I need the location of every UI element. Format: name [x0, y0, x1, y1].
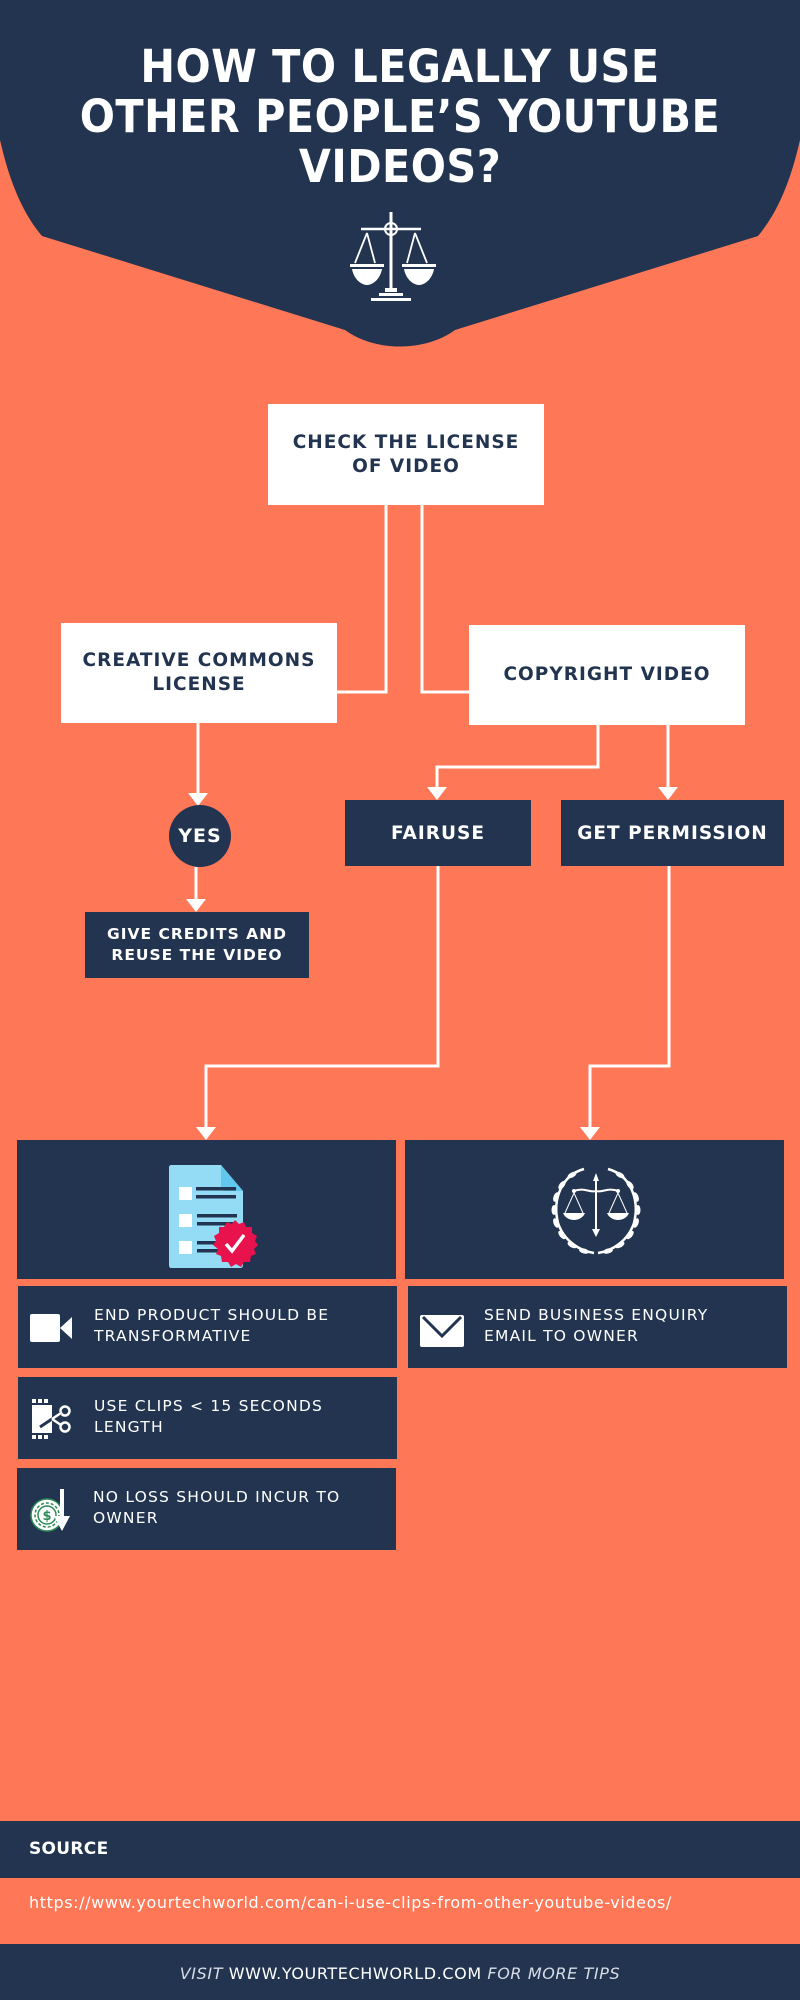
laurel-justice-icon — [551, 1167, 641, 1255]
node-yes: YES — [169, 805, 231, 867]
coin-loss-icon: $ — [30, 1489, 70, 1532]
envelope-icon — [420, 1315, 464, 1347]
title-line-1: HOW TO LEGALLY USE — [140, 40, 660, 93]
node-check-license-line-2: OF VIDEO — [352, 455, 460, 477]
node-check-license: CHECK THE LICENSE OF VIDEO — [268, 404, 544, 505]
tip-no-loss-line-2: OWNER — [93, 1509, 159, 1527]
title-line-3: VIDEOS? — [298, 140, 502, 193]
node-fairuse: FAIRUSE — [345, 800, 531, 866]
node-copyright-video-label: COPYRIGHT VIDEO — [503, 664, 711, 685]
permission-panel — [405, 1140, 784, 1279]
source-bar: SOURCE — [0, 1821, 800, 1878]
tip-clip-length-line-2: LENGTH — [94, 1418, 164, 1436]
tip-transformative-line-2: TRANSFORMATIVE — [94, 1327, 252, 1345]
tip-send-email-line-1: SEND BUSINESS ENQUIRY — [484, 1306, 709, 1324]
node-creative-commons-line-1: CREATIVE COMMONS — [82, 650, 316, 671]
arrowhead — [658, 787, 678, 800]
source-link[interactable]: https://www.yourtechworld.com/can-i-use-… — [29, 1893, 672, 1912]
node-copyright-video: COPYRIGHT VIDEO — [469, 625, 745, 725]
connector-copyright-to-fairuse — [435, 725, 600, 788]
footer: VISIT WWW.YOURTECHWORLD.COM FOR MORE TIP… — [0, 1944, 800, 2000]
tip-send-email: SEND BUSINESS ENQUIRY EMAIL TO OWNER — [408, 1286, 787, 1368]
tip-clip-length-line-1: USE CLIPS < 15 SECONDS — [94, 1397, 324, 1415]
node-get-permission-label: GET PERMISSION — [577, 822, 768, 844]
video-camera-icon — [30, 1314, 72, 1342]
node-give-credits-line-1: GIVE CREDITS AND — [107, 925, 287, 943]
fairuse-panel — [17, 1140, 396, 1279]
tip-transformative: END PRODUCT SHOULD BE TRANSFORMATIVE — [18, 1286, 397, 1368]
source-url-band: https://www.yourtechworld.com/can-i-use-… — [0, 1878, 800, 1944]
footer-site-link[interactable]: WWW.YOURTECHWORLD.COM — [229, 1964, 482, 1983]
arrowhead — [427, 787, 447, 800]
title-line-2: OTHER PEOPLE’S YOUTUBE — [79, 90, 721, 143]
arrowhead — [186, 899, 206, 912]
film-scissors-icon — [32, 1399, 71, 1439]
tip-transformative-line-1: END PRODUCT SHOULD BE — [94, 1306, 330, 1324]
arrowhead — [196, 1127, 216, 1140]
page-title: HOW TO LEGALLY USE OTHER PEOPLE’S YOUTUB… — [32, 42, 768, 192]
tip-no-loss-line-1: NO LOSS SHOULD INCUR TO — [93, 1488, 341, 1506]
footer-prefix: VISIT — [179, 1964, 224, 1983]
footer-suffix: FOR MORE TIPS — [487, 1964, 621, 1983]
arrowhead — [580, 1127, 600, 1140]
node-give-credits-line-2: REUSE THE VIDEO — [111, 946, 283, 964]
tip-send-email-line-2: EMAIL TO OWNER — [484, 1327, 639, 1345]
connector-check-to-cc — [337, 505, 388, 694]
node-yes-label: YES — [178, 825, 222, 847]
connector-permission-to-panel — [588, 866, 671, 1128]
node-creative-commons-line-2: LICENSE — [152, 674, 246, 695]
node-give-credits: GIVE CREDITS AND REUSE THE VIDEO — [85, 912, 309, 978]
node-check-license-line-1: CHECK THE LICENSE — [292, 431, 520, 453]
svg-text:$: $ — [42, 1509, 51, 1524]
scales-of-justice-icon — [350, 212, 436, 301]
tip-clip-length: USE CLIPS < 15 SECONDS LENGTH — [18, 1377, 397, 1459]
footer-tagline: VISIT WWW.YOURTECHWORLD.COM FOR MORE TIP… — [0, 1964, 800, 1983]
checklist-document-icon — [169, 1165, 258, 1268]
node-get-permission: GET PERMISSION — [561, 800, 784, 866]
connector-check-to-copyright — [420, 505, 469, 694]
node-creative-commons: CREATIVE COMMONS LICENSE — [61, 623, 337, 723]
node-fairuse-label: FAIRUSE — [391, 822, 485, 844]
connector-fairuse-to-panel — [204, 866, 440, 1128]
tip-no-loss: $ NO LOSS SHOULD INCUR TO OWNER — [17, 1468, 396, 1550]
source-label: SOURCE — [29, 1839, 109, 1859]
